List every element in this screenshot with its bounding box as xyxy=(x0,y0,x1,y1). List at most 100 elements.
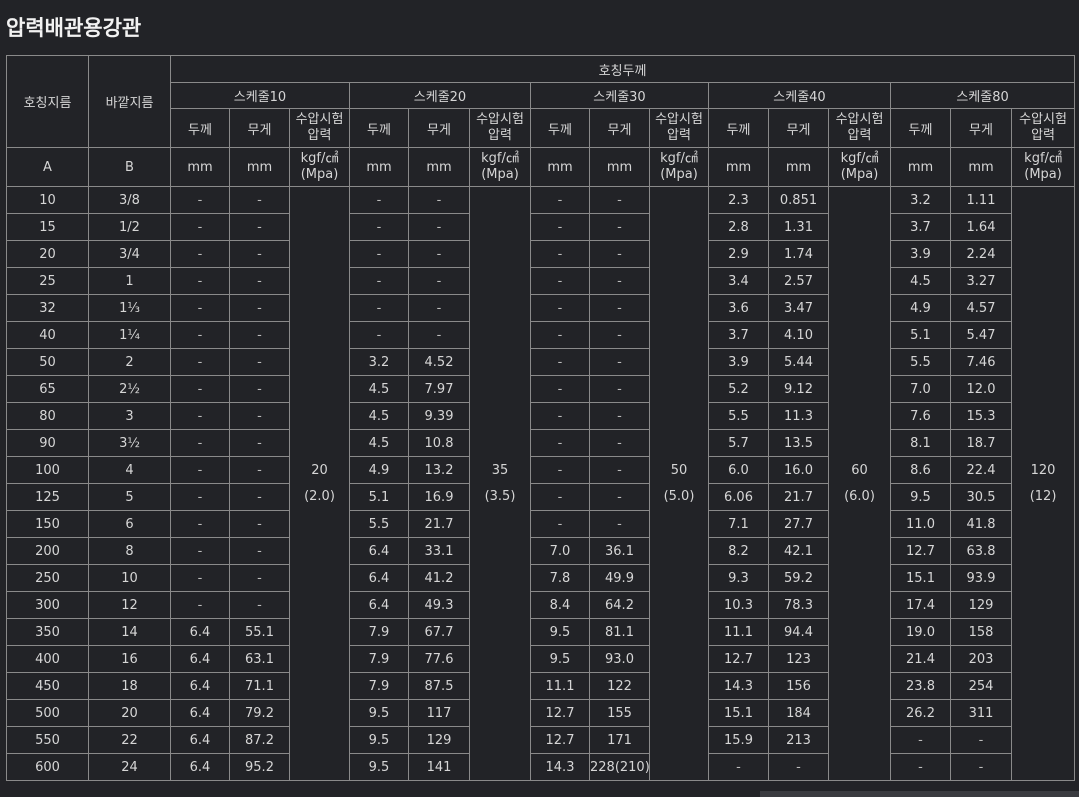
cell-weight: 16.9 xyxy=(408,483,470,511)
cell-outer-diameter: 3/4 xyxy=(88,240,171,268)
header-test-pressure: 수압시험 압력 xyxy=(1010,108,1076,148)
cell-thickness: 4.5 xyxy=(349,402,409,430)
header-thickness: 두께 xyxy=(890,108,951,148)
cell-weight: 7.97 xyxy=(408,375,470,403)
cell-weight: - xyxy=(589,402,650,430)
cell-thickness: - xyxy=(530,348,590,376)
cell-thickness: - xyxy=(530,402,590,430)
cell-test-pressure: 35 (3.5) xyxy=(469,186,531,781)
test-pressure-value: 60 xyxy=(851,462,868,478)
table-body: 10 3/8- -20 (2.0) - -35 (3.5) - -50 (5.0) 2.3 0.851… xyxy=(6,186,1076,781)
cell-thickness: 3.2 xyxy=(349,348,409,376)
test-pressure-mpa: (5.0) xyxy=(663,488,695,504)
table-row: 100 4- -4.9 13.2- -6.0 16.0 8.6 22.4 xyxy=(6,456,1075,484)
cell-weight: 67.7 xyxy=(408,618,470,646)
cell-thickness: 4.5 xyxy=(349,375,409,403)
cell-weight: 4.10 xyxy=(768,321,829,349)
cell-thickness: 3.7 xyxy=(890,213,951,241)
cell-thickness: 9.5 xyxy=(890,483,951,511)
table-row: 500 20 6.4 79.2 9.5 117 12.7 155 15.1 184 26.2 311 xyxy=(6,699,1075,727)
cell-thickness: 9.5 xyxy=(349,753,409,781)
cell-weight: - xyxy=(229,267,290,295)
cell-thickness: 8.1 xyxy=(890,429,951,457)
cell-weight: 122 xyxy=(589,672,650,700)
cell-nominal-size: 32 xyxy=(6,294,89,322)
cell-thickness: - xyxy=(530,510,590,538)
cell-thickness: - xyxy=(349,240,409,268)
cell-weight: - xyxy=(229,348,290,376)
cell-thickness: 12.7 xyxy=(890,537,951,565)
cell-weight: 30.5 xyxy=(950,483,1012,511)
cell-weight: - xyxy=(408,294,470,322)
cell-weight: - xyxy=(408,213,470,241)
table-row: 200 8- -6.4 33.1 7.0 36.1 8.2 42.1 12.7 63.8 xyxy=(6,537,1075,565)
cell-thickness: 7.0 xyxy=(530,537,590,565)
cell-weight: 11.3 xyxy=(768,402,829,430)
cell-weight: 141 xyxy=(408,753,470,781)
cell-weight: 7.46 xyxy=(950,348,1012,376)
cell-thickness: 9.5 xyxy=(349,699,409,727)
cell-thickness: 11.0 xyxy=(890,510,951,538)
cell-weight: 13.2 xyxy=(408,456,470,484)
cell-thickness: 7.1 xyxy=(708,510,769,538)
cell-weight: 1.31 xyxy=(768,213,829,241)
cell-weight: 64.2 xyxy=(589,591,650,619)
table-row: 50 2- -3.2 4.52- -3.9 5.44 5.5 7.46 xyxy=(6,348,1075,376)
cell-weight: 33.1 xyxy=(408,537,470,565)
cell-thickness: 5.5 xyxy=(349,510,409,538)
cell-outer-diameter: 3 xyxy=(88,402,171,430)
cell-weight: 156 xyxy=(768,672,829,700)
cell-weight: - xyxy=(408,321,470,349)
cell-thickness: - xyxy=(530,456,590,484)
cell-weight: - xyxy=(229,213,290,241)
cell-thickness: - xyxy=(530,483,590,511)
header-test-pressure: 수압시험 압력 xyxy=(469,108,531,148)
cell-weight: 78.3 xyxy=(768,591,829,619)
cell-thickness: - xyxy=(890,753,951,781)
unit-pressure: kgf/㎠ (Mpa) xyxy=(649,147,709,187)
cell-outer-diameter: 2 xyxy=(88,348,171,376)
cell-thickness: - xyxy=(530,186,590,214)
cell-thickness: 5.1 xyxy=(890,321,951,349)
cell-thickness: 7.9 xyxy=(349,645,409,673)
unit-mm: mm xyxy=(170,147,230,187)
cell-weight: 5.47 xyxy=(950,321,1012,349)
header-schedule: 스케줄40 xyxy=(708,82,891,109)
cell-thickness: 14.3 xyxy=(530,753,590,781)
cell-thickness: 3.2 xyxy=(890,186,951,214)
cell-thickness: - xyxy=(349,294,409,322)
cell-thickness: 6.4 xyxy=(170,672,230,700)
cell-nominal-size: 125 xyxy=(6,483,89,511)
cell-thickness: - xyxy=(890,726,951,754)
cell-nominal-size: 450 xyxy=(6,672,89,700)
cell-thickness: 8.4 xyxy=(530,591,590,619)
cell-thickness: - xyxy=(708,753,769,781)
cell-thickness: 6.4 xyxy=(170,618,230,646)
cell-weight: 21.7 xyxy=(408,510,470,538)
cell-thickness: 17.4 xyxy=(890,591,951,619)
horizontal-scrollbar[interactable] xyxy=(760,791,1079,797)
cell-thickness: - xyxy=(170,456,230,484)
cell-thickness: - xyxy=(170,186,230,214)
cell-thickness: 12.7 xyxy=(530,699,590,727)
cell-outer-diameter: 22 xyxy=(88,726,171,754)
header-thickness: 두께 xyxy=(708,108,769,148)
cell-weight: 117 xyxy=(408,699,470,727)
table-row: 25 1- - - - - -3.4 2.57 4.5 3.27 xyxy=(6,267,1075,295)
cell-weight: - xyxy=(229,456,290,484)
header-schedule: 스케줄10 xyxy=(170,82,350,109)
cell-thickness: - xyxy=(170,591,230,619)
cell-outer-diameter: 16 xyxy=(88,645,171,673)
cell-weight: 129 xyxy=(408,726,470,754)
cell-weight: - xyxy=(229,402,290,430)
cell-nominal-size: 350 xyxy=(6,618,89,646)
header-schedule: 스케줄30 xyxy=(530,82,709,109)
header-nominal-size: 호칭지름 xyxy=(6,55,89,148)
cell-weight: - xyxy=(768,753,829,781)
cell-thickness: 7.9 xyxy=(349,618,409,646)
cell-thickness: 7.0 xyxy=(890,375,951,403)
cell-weight: 2.57 xyxy=(768,267,829,295)
cell-outer-diameter: 10 xyxy=(88,564,171,592)
cell-weight: 49.3 xyxy=(408,591,470,619)
cell-weight: - xyxy=(408,186,470,214)
